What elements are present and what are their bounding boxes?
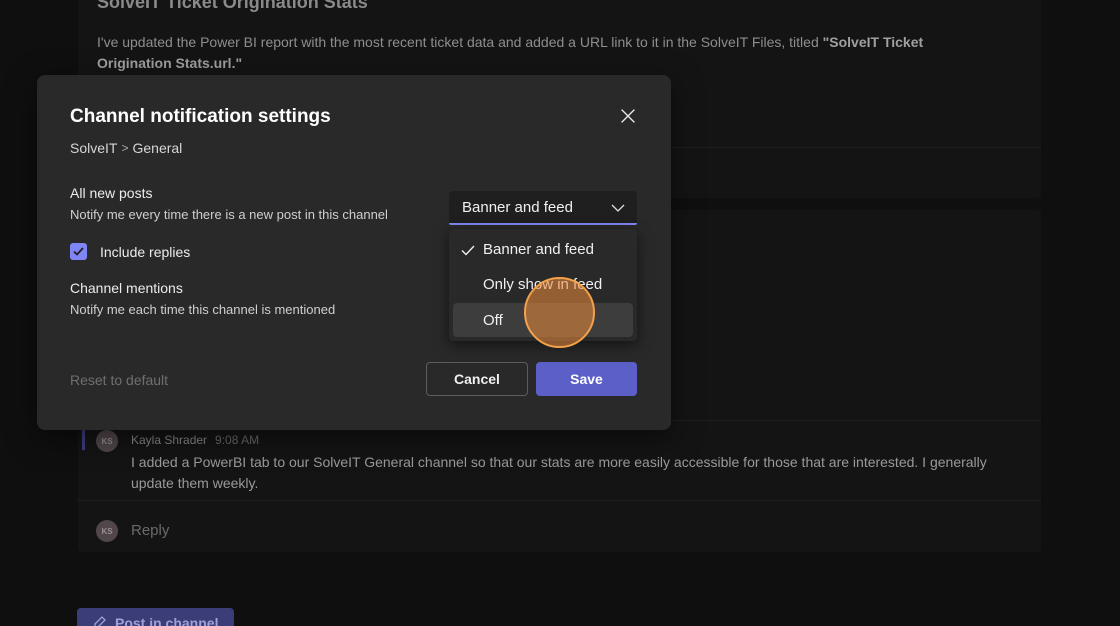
breadcrumb-channel: General: [132, 140, 183, 156]
chevron-down-icon: [611, 199, 625, 216]
channel-mentions-title: Channel mentions: [70, 280, 183, 296]
all-new-posts-select[interactable]: Banner and feed: [449, 191, 637, 225]
post-title: SolveIT Ticket Origination Stats: [97, 0, 368, 12]
close-button[interactable]: [615, 105, 641, 131]
reply-avatar: KS: [96, 520, 118, 542]
post-body: I've updated the Power BI report with th…: [97, 32, 987, 74]
menu-item-label: Only show in feed: [483, 276, 603, 293]
include-replies-checkbox[interactable]: [70, 243, 87, 260]
post-in-channel-label: Post in channel: [115, 615, 219, 626]
all-new-posts-title: All new posts: [70, 185, 153, 201]
avatar[interactable]: KS: [96, 430, 118, 452]
breadcrumb-team: SolveIT: [70, 140, 118, 156]
include-replies-label: Include replies: [100, 243, 191, 260]
message-header: Kayla Shrader 9:08 AM: [131, 433, 259, 447]
compose-icon: [93, 615, 107, 626]
select-value: Banner and feed: [462, 198, 573, 216]
message-time: 9:08 AM: [215, 433, 260, 447]
notification-options-menu: Banner and feed Only show in feed Off: [449, 229, 637, 341]
cancel-button[interactable]: Cancel: [426, 362, 528, 396]
breadcrumb-separator: >: [121, 141, 129, 155]
message-text: I added a PowerBI tab to our SolveIT Gen…: [131, 454, 987, 491]
message-author[interactable]: Kayla Shrader: [131, 433, 207, 447]
menu-item-banner-and-feed[interactable]: Banner and feed: [453, 232, 633, 266]
breadcrumb: SolveIT > General: [70, 140, 182, 156]
reply-button[interactable]: Reply: [131, 522, 169, 539]
menu-item-label: Off: [483, 311, 503, 329]
check-icon: [461, 243, 475, 260]
close-icon: [620, 108, 636, 129]
message-accent-bar: [82, 428, 85, 450]
menu-item-off[interactable]: Off: [453, 303, 633, 337]
channel-mentions-description: Notify me each time this channel is ment…: [70, 302, 336, 317]
reset-to-default-button[interactable]: Reset to default: [70, 372, 168, 388]
reply-divider: [78, 500, 1041, 501]
save-button[interactable]: Save: [536, 362, 637, 396]
checkmark-icon: [73, 243, 84, 261]
post-body-text: I've updated the Power BI report with th…: [97, 34, 823, 50]
menu-item-only-show-in-feed[interactable]: Only show in feed: [453, 268, 633, 302]
all-new-posts-description: Notify me every time there is a new post…: [70, 207, 388, 222]
post-in-channel-button[interactable]: Post in channel: [77, 608, 234, 626]
menu-item-label: Banner and feed: [483, 240, 594, 258]
include-replies-row[interactable]: Include replies: [70, 243, 190, 260]
dialog-title: Channel notification settings: [70, 106, 331, 127]
